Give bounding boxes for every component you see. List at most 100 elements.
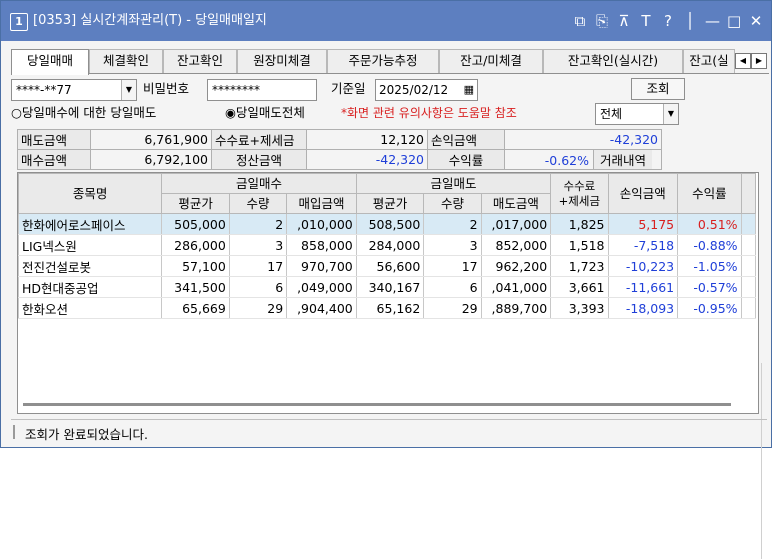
chevron-down-icon[interactable]: ▼	[663, 104, 678, 124]
table-row[interactable]: LIG넥스원 286,000 3 858,000 284,000 3 852,000 1,51…	[17, 234, 757, 256]
return-value: -0.62%	[544, 153, 589, 168]
query-toolbar: ****-**77 ▼ 비밀번호 ******** 기준일 2025/02/12…	[11, 77, 769, 125]
tab-orderable-estimate[interactable]: 주문가능추정	[327, 49, 439, 73]
col-group-buy: 금일매수	[161, 173, 357, 194]
fee-cell: 3,393	[550, 297, 609, 319]
sell-amount-value: 6,761,900	[90, 129, 212, 150]
pnl-cell: 5,175	[607, 213, 679, 235]
horizontal-scrollbar[interactable]	[23, 403, 731, 406]
tab-daily-trade[interactable]: 당일매매	[11, 49, 89, 75]
pnl-cell: -11,661	[607, 276, 679, 298]
buy-amount-cell: 858,000	[286, 234, 357, 256]
return-cell: -1.05%	[677, 255, 742, 277]
col-buy-amount[interactable]: 매입금액	[286, 193, 357, 214]
buy-amount-cell: ,904,400	[286, 297, 357, 319]
buy-qty-cell: 2	[228, 213, 288, 235]
buy-avg-cell: 65,669	[161, 297, 230, 319]
chevron-down-icon[interactable]: ▼	[121, 80, 136, 100]
fee-cell: 1,518	[550, 234, 609, 256]
radio-unchecked-icon: ○	[11, 105, 22, 120]
tab-ledger-unfilled[interactable]: 원장미체결	[237, 49, 327, 73]
sell-amount-cell: ,017,000	[480, 213, 552, 235]
app-window: 1 [0353] 실시간계좌관리(T) - 당일매매일지 ⧉ ⎘ ⊼ T ? │…	[0, 0, 772, 559]
filter-select[interactable]: 전체 ▼	[595, 103, 679, 125]
tab-scroll-right-icon[interactable]: ▶	[751, 53, 767, 69]
fee-label: 수수료+제세금	[211, 129, 307, 150]
copy-window-icon[interactable]: ⎘	[595, 12, 609, 30]
sell-amount-cell: ,041,000	[480, 276, 552, 298]
sell-amount-cell: ,889,700	[480, 297, 552, 319]
fee-cell: 1,723	[550, 255, 609, 277]
sell-avg-cell: 340,167	[355, 276, 425, 298]
history-button[interactable]: 거래내역	[593, 150, 652, 169]
return-cell: -0.95%	[677, 297, 742, 319]
status-grip-icon	[13, 425, 15, 439]
radio-buy-sell[interactable]: ○당일매수에 대한 당일매도	[11, 103, 156, 123]
title-bar[interactable]: 1 [0353] 실시간계좌관리(T) - 당일매매일지 ⧉ ⎘ ⊼ T ? │…	[1, 1, 771, 41]
account-select[interactable]: ****-**77 ▼	[11, 79, 137, 101]
vertical-scrollbar[interactable]	[761, 363, 772, 559]
radio-checked-icon: ◉	[225, 105, 236, 120]
buy-qty-cell: 6	[228, 276, 288, 298]
tab-scroll-left-icon[interactable]: ◀	[735, 53, 751, 69]
radio-sell-all-label: 당일매도전체	[235, 105, 305, 120]
close-icon[interactable]: ✕	[749, 12, 763, 30]
tab-balance-truncated[interactable]: 잔고(실	[683, 49, 735, 73]
buy-avg-cell: 286,000	[161, 234, 230, 256]
date-label: 기준일	[331, 81, 366, 96]
stock-name-cell: LIG넥스원	[17, 234, 163, 256]
pnl-cell: -7,518	[607, 234, 679, 256]
table-row[interactable]: 전진건설로봇 57,100 17 970,700 56,600 17 962,200 1,72…	[17, 255, 757, 277]
tab-balance-check[interactable]: 잔고확인	[163, 49, 237, 73]
query-button[interactable]: 조회	[631, 78, 685, 100]
col-stock-name[interactable]: 종목명	[17, 173, 163, 214]
table-row[interactable]: 한화오션 65,669 29,904,400 65,162 29,889,700 3,39…	[17, 297, 757, 319]
font-size-icon[interactable]: T	[639, 12, 653, 30]
trade-grid: 종목명 금일매수 금일매도 수수료 +제세금 손익금액 수익률 평균가 수량 매…	[17, 172, 762, 559]
date-field[interactable]: 2025/02/12 ▦	[375, 79, 478, 101]
buy-qty-cell: 29	[228, 297, 288, 319]
maximize-icon[interactable]: □	[727, 12, 741, 30]
col-sell-avg[interactable]: 평균가	[355, 193, 425, 214]
window-controls: ⧉ ⎘ ⊼ T ? │ — □ ✕	[573, 11, 763, 31]
pin-icon[interactable]: ⊼	[617, 12, 631, 30]
fee-cell: 3,661	[550, 276, 609, 298]
tab-balance-unfilled[interactable]: 잔고/미체결	[439, 49, 543, 73]
sell-qty-cell: 29	[423, 297, 482, 319]
tab-bar: 당일매매 체결확인 잔고확인 원장미체결 주문가능추정 잔고/미체결 잔고확인(…	[11, 49, 769, 75]
password-field[interactable]: ********	[207, 79, 317, 101]
sell-amount-cell: 962,200	[480, 255, 552, 277]
tab-balance-realtime[interactable]: 잔고확인(실시간)	[543, 49, 683, 73]
col-return[interactable]: 수익률	[677, 173, 742, 214]
pnl-label: 손익금액	[427, 129, 505, 150]
buy-amount-cell: ,049,000	[286, 276, 357, 298]
tab-execution-check[interactable]: 체결확인	[89, 49, 163, 73]
calendar-icon[interactable]: ▦	[464, 80, 474, 100]
restore-icon[interactable]: ⧉	[573, 12, 587, 30]
col-sell-amount[interactable]: 매도금액	[480, 193, 552, 214]
col-fee[interactable]: 수수료 +제세금	[550, 173, 609, 214]
buy-amount-label: 매수금액	[17, 149, 91, 170]
minimize-icon[interactable]: —	[705, 12, 720, 30]
sell-avg-cell: 65,162	[355, 297, 425, 319]
buy-avg-cell: 57,100	[161, 255, 230, 277]
table-row[interactable]: HD현대중공업 341,500 6,049,000 340,167 6,041,000 3…	[17, 276, 757, 298]
buy-qty-cell: 3	[228, 234, 288, 256]
return-cell: -0.57%	[677, 276, 742, 298]
buy-avg-cell: 341,500	[161, 276, 230, 298]
table-row[interactable]: 한화에어로스페이스 505,000 2,010,000 508,500 2,017,00…	[17, 213, 757, 235]
stock-name-cell: HD현대중공업	[17, 276, 163, 298]
col-group-sell: 금일매도	[355, 173, 552, 194]
help-icon[interactable]: ?	[661, 12, 675, 30]
col-buy-qty[interactable]: 수량	[228, 193, 288, 214]
col-sell-qty[interactable]: 수량	[423, 193, 482, 214]
fee-value: 12,120	[306, 129, 428, 150]
col-pnl[interactable]: 손익금액	[607, 173, 679, 214]
settle-value: -42,320	[306, 149, 428, 170]
fee-cell: 1,825	[550, 213, 609, 235]
sell-qty-cell: 17	[423, 255, 482, 277]
sell-qty-cell: 2	[423, 213, 482, 235]
radio-sell-all[interactable]: ◉당일매도전체	[225, 103, 305, 123]
col-buy-avg[interactable]: 평균가	[161, 193, 230, 214]
radio-buy-sell-label: 당일매수에 대한 당일매도	[21, 105, 157, 120]
